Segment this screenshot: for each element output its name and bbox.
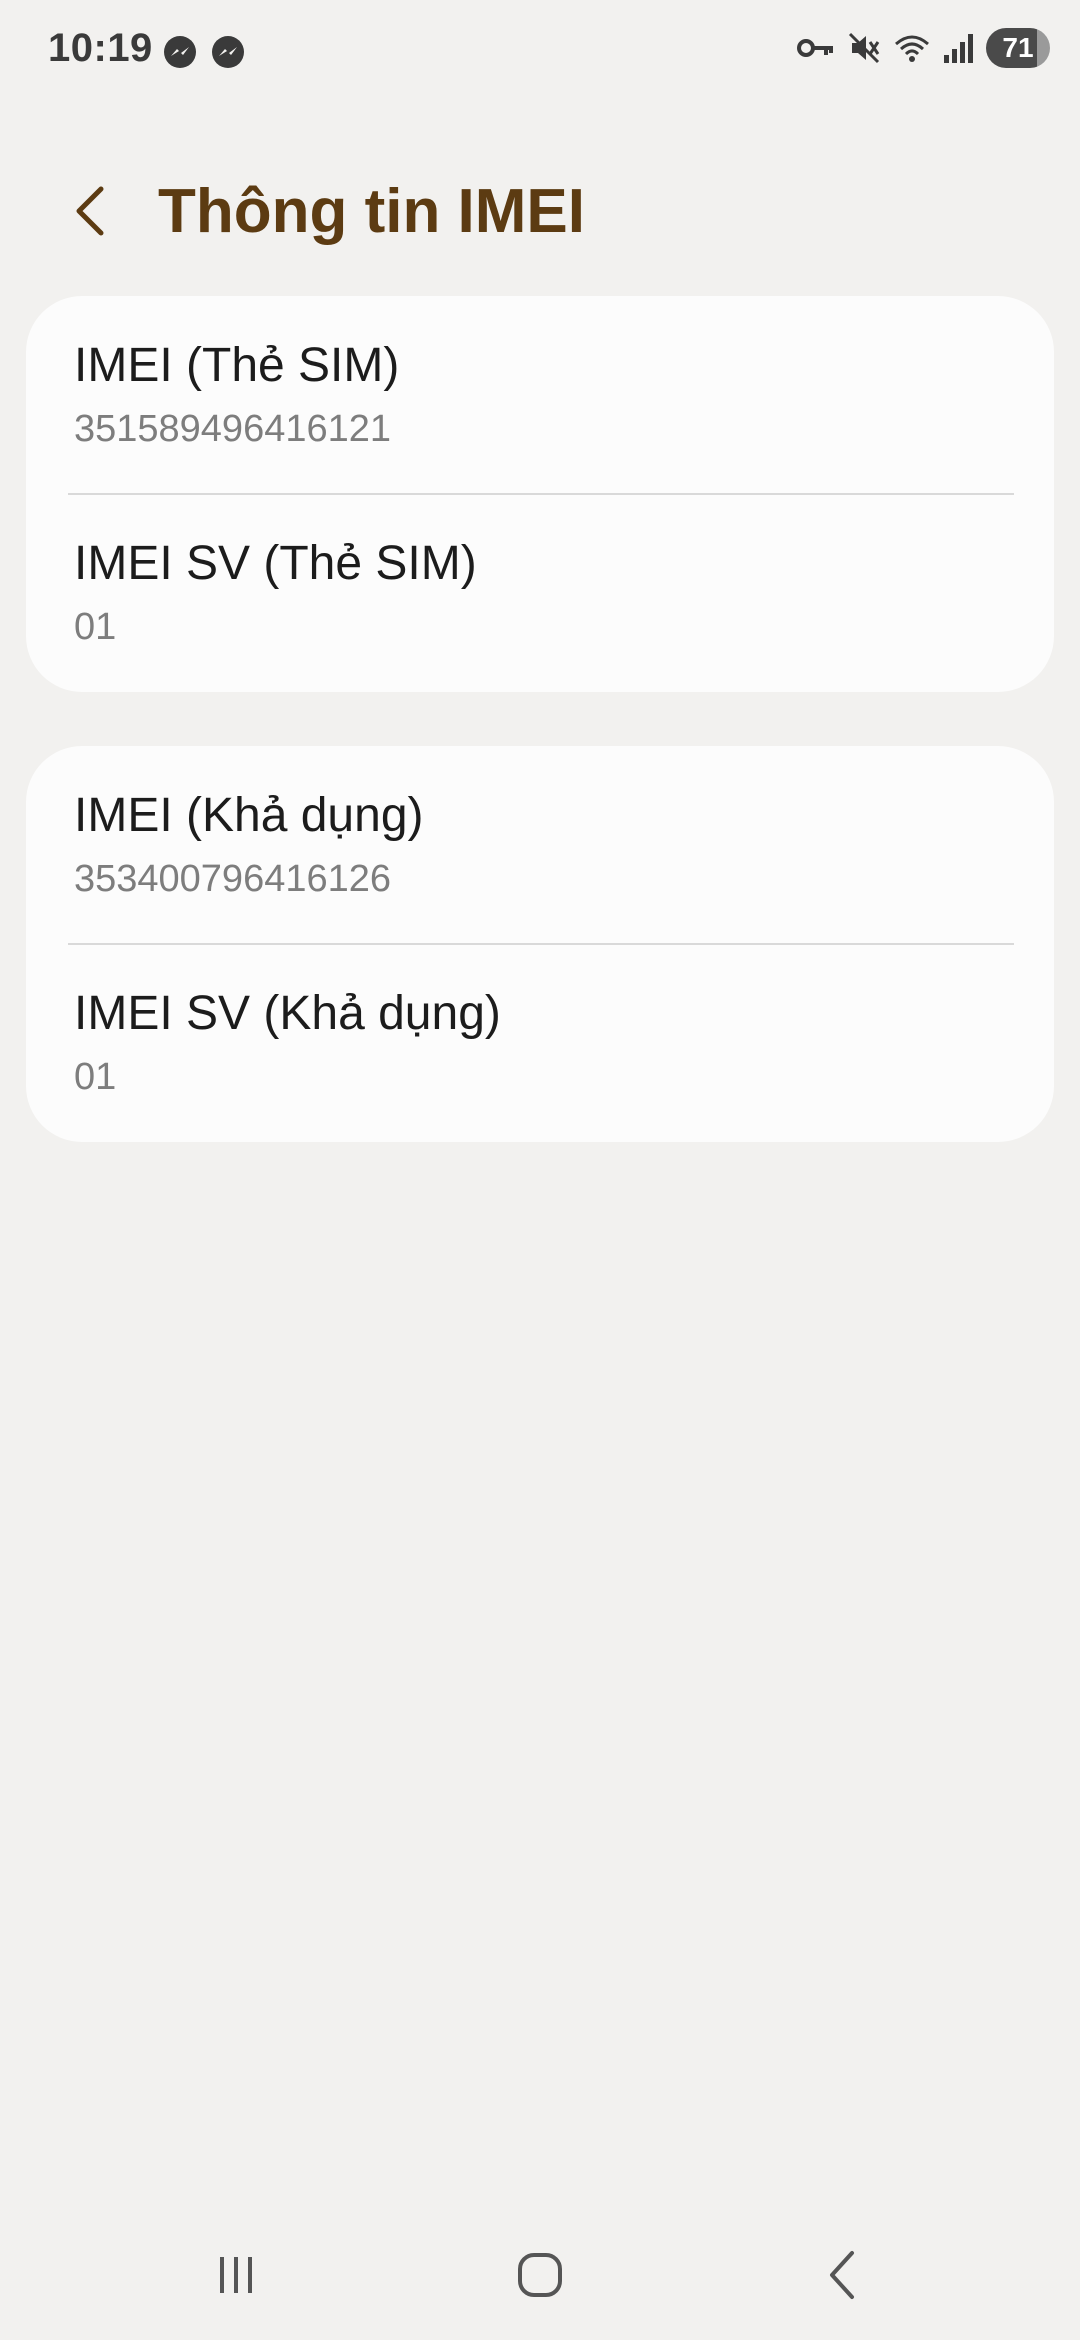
item-label: IMEI (Khả dụng) [74, 789, 424, 842]
item-value: 353400796416126 [74, 858, 392, 900]
recents-button[interactable] [186, 2230, 286, 2320]
back-icon [830, 2251, 854, 2299]
imei-available-card: IMEI (Khả dụng) 353400796416126 IMEI SV … [26, 746, 1054, 1142]
notification-icons [162, 34, 246, 70]
list-item[interactable]: IMEI (Khả dụng) 353400796416126 [26, 746, 1054, 945]
navigation-bar [0, 2210, 1080, 2340]
item-value: 351589496416121 [74, 408, 392, 450]
back-button[interactable] [56, 176, 126, 246]
item-value: 01 [74, 1056, 117, 1098]
list-item[interactable]: IMEI SV (Khả dụng) 01 [26, 944, 1054, 1142]
status-bar: 10:19 71 [0, 0, 1080, 100]
page-title: Thông tin IMEI [158, 177, 586, 246]
home-icon [518, 2253, 562, 2297]
battery-indicator: 71 [986, 28, 1050, 68]
item-label: IMEI SV (Khả dụng) [74, 987, 501, 1040]
messenger-icon [162, 34, 198, 70]
item-label: IMEI (Thẻ SIM) [74, 339, 400, 392]
list-item[interactable]: IMEI (Thẻ SIM) 351589496416121 [26, 296, 1054, 495]
app-header: Thông tin IMEI [0, 150, 1080, 270]
chevron-left-icon [76, 186, 104, 236]
status-time: 10:19 [48, 26, 153, 70]
imei-sim-card: IMEI (Thẻ SIM) 351589496416121 IMEI SV (… [26, 296, 1054, 692]
wifi-icon [892, 30, 932, 66]
list-item[interactable]: IMEI SV (Thẻ SIM) 01 [26, 494, 1054, 692]
home-button[interactable] [490, 2230, 590, 2320]
item-label: IMEI SV (Thẻ SIM) [74, 537, 477, 590]
signal-icon [942, 31, 976, 65]
vpn-key-icon [796, 33, 836, 63]
system-icons: 71 [796, 28, 1050, 68]
item-value: 01 [74, 606, 117, 648]
recents-icon [220, 2257, 252, 2293]
nav-back-button[interactable] [792, 2230, 892, 2320]
messenger-icon [210, 34, 246, 70]
mute-icon [846, 30, 882, 66]
